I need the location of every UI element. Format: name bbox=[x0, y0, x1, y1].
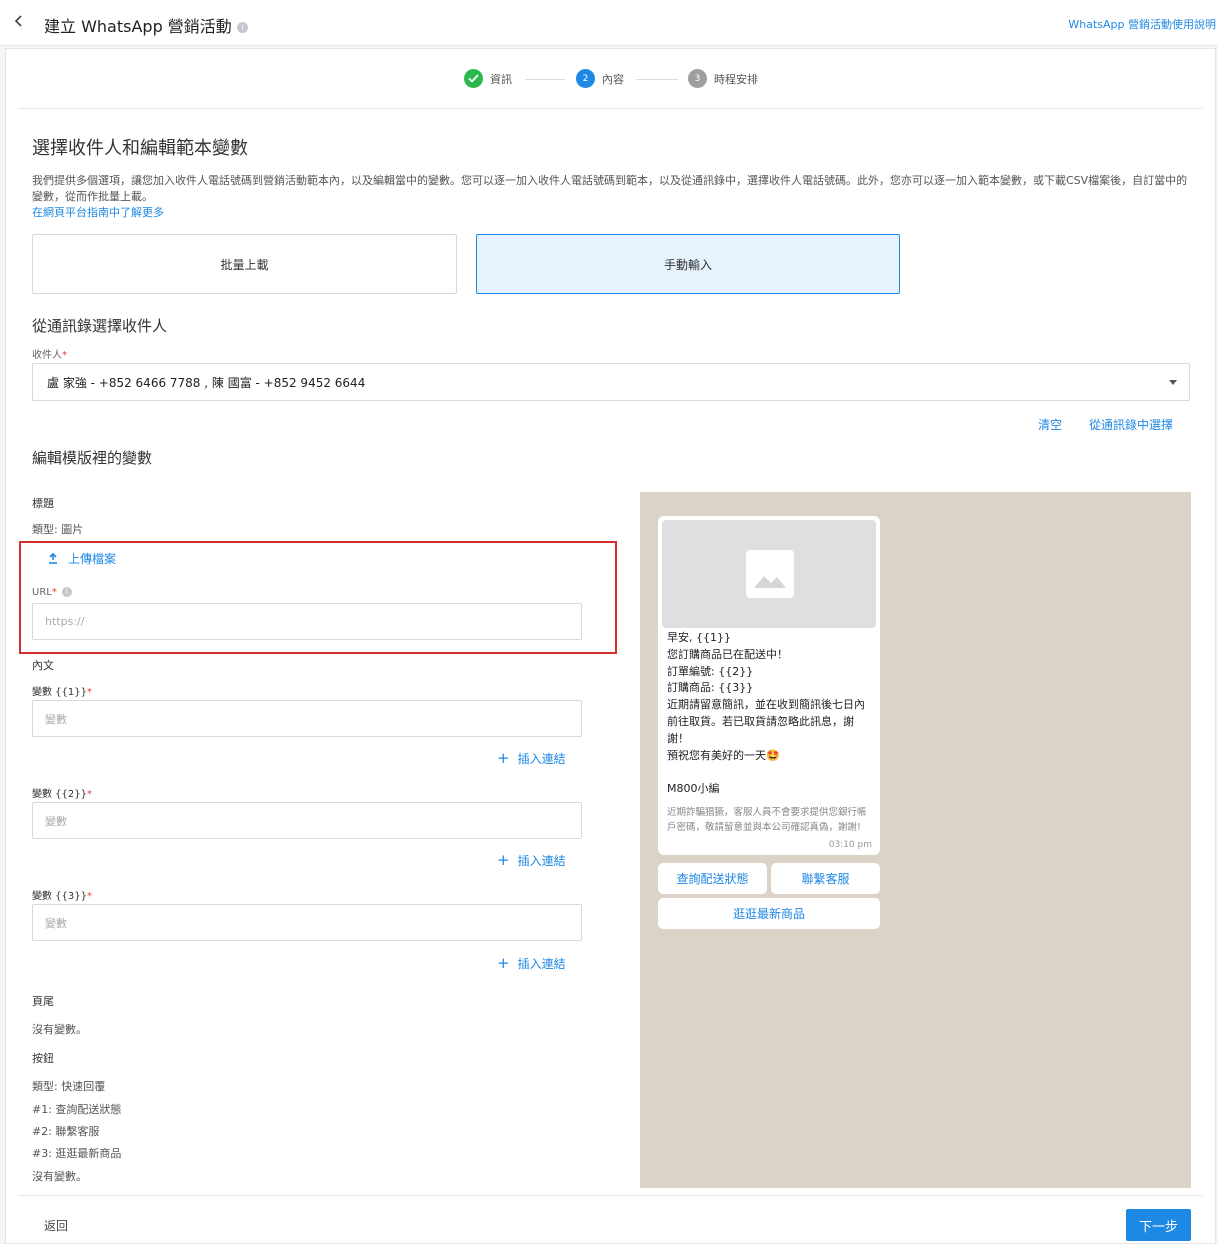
divider bbox=[18, 1195, 1203, 1196]
divider bbox=[18, 108, 1203, 109]
top-bar: 建立 WhatsApp 營銷活動 i WhatsApp 營銷活動使用說明 bbox=[0, 0, 1218, 46]
choose-from-contacts-link[interactable]: 從通訊錄中選擇 bbox=[1089, 416, 1173, 433]
stepper: 資訊 2 內容 3 時程安排 bbox=[6, 69, 1215, 91]
recipients-value: 盧 家強 - +852 6466 7788 , 陳 國富 - +852 9452… bbox=[47, 375, 366, 390]
step-info[interactable]: 資訊 bbox=[464, 69, 512, 88]
step-label: 內容 bbox=[602, 72, 624, 86]
next-button[interactable]: 下一步 bbox=[1126, 1209, 1191, 1241]
description-text: 我們提供多個選項，讓您加入收件人電話號碼到營銷活動範本內，以及編輯當中的變數。您… bbox=[32, 174, 1188, 203]
quick-reply-button[interactable]: 查詢配送狀態 bbox=[658, 863, 767, 894]
upload-file-button[interactable]: 上傳檔案 bbox=[48, 550, 116, 567]
message-footer: 近期詐騙猖獗，客服人員不會要求提供您銀行帳戶密碼，敬請留意並與本公司確認真偽，謝… bbox=[667, 807, 867, 833]
buttons-section-title: 按鈕 bbox=[32, 1052, 54, 1065]
insert-link-3[interactable]: + 插入連結 bbox=[497, 954, 566, 972]
url-label: URL* i bbox=[32, 587, 72, 598]
variable-2-input[interactable]: 變數 bbox=[32, 802, 582, 839]
recipients-select[interactable]: 盧 家強 - +852 6466 7788 , 陳 國富 - +852 9452… bbox=[32, 363, 1190, 401]
variable-2-label-text: 變數 {{2}} bbox=[32, 789, 87, 800]
header-section-title: 標題 bbox=[32, 497, 54, 510]
upload-icon bbox=[49, 552, 57, 564]
recipients-label: 收件人* bbox=[32, 350, 67, 361]
recipients-label-text: 收件人 bbox=[32, 350, 62, 361]
buttons-note: 沒有變數。 bbox=[32, 1170, 87, 1183]
content-panel: 資訊 2 內容 3 時程安排 選擇收件人和編輯範本變數 我們提供多個選項，讓您加… bbox=[5, 48, 1216, 1244]
footer-section-title: 頁尾 bbox=[32, 995, 54, 1008]
step-label: 時程安排 bbox=[714, 72, 758, 86]
message-time: 03:10 pm bbox=[828, 840, 872, 850]
step-schedule[interactable]: 3 時程安排 bbox=[688, 69, 758, 88]
step-content[interactable]: 2 內容 bbox=[576, 69, 624, 88]
plus-icon: + bbox=[497, 954, 510, 972]
variable-1-input[interactable]: 變數 bbox=[32, 700, 582, 737]
variable-3-input[interactable]: 變數 bbox=[32, 904, 582, 941]
learn-more-link[interactable]: 在網頁平台指南中了解更多 bbox=[32, 206, 164, 219]
info-icon[interactable]: i bbox=[236, 22, 248, 33]
step-label: 資訊 bbox=[490, 72, 512, 86]
variable-3-label: 變數 {{3}}* bbox=[32, 891, 92, 902]
button-item: #2: 聯繫客服 bbox=[32, 1125, 100, 1138]
url-input[interactable]: https:// bbox=[32, 603, 582, 640]
page-title: 建立 WhatsApp 營銷活動 i bbox=[44, 13, 248, 37]
upload-label: 上傳檔案 bbox=[68, 552, 117, 566]
step-connector bbox=[525, 79, 565, 80]
image-icon bbox=[746, 550, 794, 598]
body-section-title: 內文 bbox=[32, 659, 54, 672]
plus-icon: + bbox=[497, 851, 510, 869]
button-item: #3: 逛逛最新商品 bbox=[32, 1147, 122, 1160]
whatsapp-preview: 早安, {{1}} 您訂購商品已在配送中！ 訂單編號: {{2}} 訂購商品: … bbox=[640, 492, 1191, 1188]
buttons-type: 類型: 快速回覆 bbox=[32, 1080, 106, 1093]
bulk-upload-option[interactable]: 批量上載 bbox=[32, 234, 457, 294]
message-body: 早安, {{1}} 您訂購商品已在配送中！ 訂單編號: {{2}} 訂購商品: … bbox=[667, 631, 865, 796]
plus-icon: + bbox=[497, 749, 510, 767]
help-link[interactable]: WhatsApp 營銷活動使用說明 bbox=[1068, 16, 1216, 32]
step-connector bbox=[636, 79, 678, 80]
header-type: 類型: 圖片 bbox=[32, 523, 84, 536]
contacts-title: 從通訊錄選擇收件人 bbox=[32, 317, 168, 335]
message-bubble: 早安, {{1}} 您訂購商品已在配送中！ 訂單編號: {{2}} 訂購商品: … bbox=[658, 516, 880, 855]
quick-reply-button[interactable]: 逛逛最新商品 bbox=[658, 898, 880, 929]
url-label-text: URL bbox=[32, 587, 52, 598]
insert-link-text: 插入連結 bbox=[517, 957, 566, 971]
insert-link-text: 插入連結 bbox=[517, 752, 566, 766]
variable-2-label: 變數 {{2}}* bbox=[32, 789, 92, 800]
variable-1-label-text: 變數 {{1}} bbox=[32, 687, 87, 698]
clear-link[interactable]: 清空 bbox=[1038, 416, 1062, 433]
manual-input-option[interactable]: 手動輸入 bbox=[476, 234, 900, 294]
insert-link-text: 插入連結 bbox=[517, 854, 566, 868]
footer-note: 沒有變數。 bbox=[32, 1023, 87, 1036]
variable-3-label-text: 變數 {{3}} bbox=[32, 891, 87, 902]
variables-title: 編輯模版裡的變數 bbox=[32, 449, 153, 467]
step-number: 3 bbox=[688, 69, 707, 88]
insert-link-2[interactable]: + 插入連結 bbox=[497, 851, 566, 869]
quick-reply-button[interactable]: 聯繫客服 bbox=[771, 863, 880, 894]
check-icon bbox=[464, 69, 483, 88]
info-icon[interactable]: i bbox=[61, 587, 72, 597]
section-description: 我們提供多個選項，讓您加入收件人電話號碼到營銷活動範本內，以及編輯當中的變數。您… bbox=[32, 173, 1192, 221]
back-arrow-icon[interactable] bbox=[14, 13, 30, 33]
button-item: #1: 查詢配送狀態 bbox=[32, 1103, 122, 1116]
variable-1-label: 變數 {{1}}* bbox=[32, 687, 92, 698]
image-placeholder bbox=[662, 520, 876, 628]
step-number: 2 bbox=[576, 69, 595, 88]
back-button[interactable]: 返回 bbox=[44, 1217, 68, 1234]
section-title: 選擇收件人和編輯範本變數 bbox=[32, 138, 248, 159]
insert-link-1[interactable]: + 插入連結 bbox=[497, 749, 566, 767]
chevron-down-icon bbox=[1169, 380, 1177, 385]
page-title-text: 建立 WhatsApp 營銷活動 bbox=[44, 17, 232, 36]
